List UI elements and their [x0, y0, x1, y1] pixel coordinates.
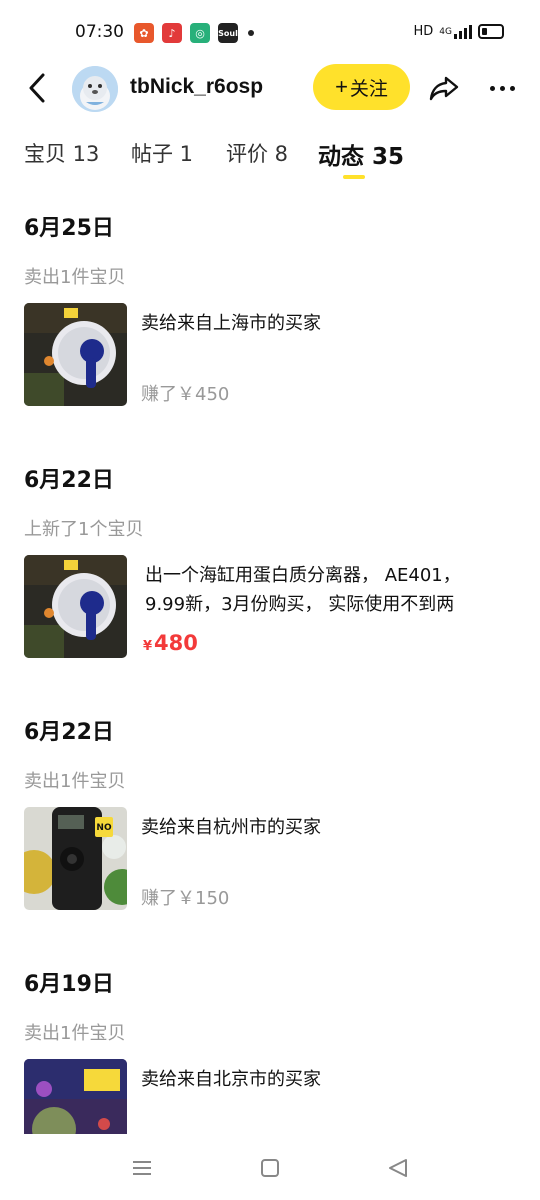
feed-item[interactable]: 卖给来自北京市的买家: [24, 1059, 524, 1134]
item-thumbnail: [24, 1059, 127, 1134]
chevron-left-icon: [29, 73, 45, 103]
status-app-icons: ✿ ♪ ◎ Soul: [134, 23, 254, 43]
feed-action: 卖出1件宝贝: [24, 771, 126, 792]
feed-date: 6月22日: [24, 720, 114, 745]
feed-item[interactable]: NO 卖给来自杭州市的买家 赚了￥150: [24, 807, 524, 911]
status-indicators: HD 4G: [413, 24, 504, 39]
item-title: 出一个海缸用蛋白质分离器， AE401，9.99新，3月份购买， 实际使用不到两: [145, 565, 461, 615]
item-title: 卖给来自北京市的买家: [141, 1069, 321, 1090]
more-dot-icon: [509, 85, 515, 91]
soul-app-icon: Soul: [218, 23, 238, 43]
avatar[interactable]: [72, 66, 118, 112]
share-icon: [429, 76, 459, 101]
follow-label: 关注: [349, 78, 388, 100]
item-thumbnail: NO: [24, 807, 127, 910]
plus-icon: +: [335, 74, 348, 99]
item-thumbnail: [24, 303, 127, 406]
feed-item[interactable]: 卖给来自上海市的买家 赚了￥450: [24, 303, 524, 407]
menu-icon: [133, 1161, 151, 1175]
tab-posts[interactable]: 帖子 1: [131, 138, 193, 168]
follow-button[interactable]: + 关注: [313, 64, 410, 110]
music-app-icon: ♪: [162, 23, 182, 43]
signal-icon: [454, 24, 472, 39]
green-app-icon: ◎: [190, 23, 210, 43]
soul-like-app-icon: ✿: [134, 23, 154, 43]
feed-action: 卖出1件宝贝: [24, 1023, 126, 1044]
triangle-back-icon: [389, 1159, 407, 1177]
network-type: 4G: [439, 26, 452, 37]
battery-icon: [478, 24, 504, 39]
item-thumbnail: [24, 555, 127, 658]
tab-reviews[interactable]: 评价 8: [226, 138, 288, 168]
feed-date: 6月19日: [24, 972, 114, 997]
hd-indicator: HD: [413, 24, 434, 39]
seal-avatar-icon: [72, 66, 118, 112]
feed-action: 上新了1个宝贝: [24, 519, 144, 540]
status-time: 07:30: [75, 22, 124, 42]
more-dot-icon: [499, 85, 505, 91]
status-bar: 07:30 ✿ ♪ ◎ Soul HD 4G: [0, 0, 540, 64]
tab-activity[interactable]: 动态 35: [318, 137, 404, 171]
item-price: ¥480: [143, 631, 198, 655]
more-button[interactable]: [484, 72, 520, 104]
system-nav-bar: [0, 1134, 540, 1200]
back-nav-button[interactable]: [386, 1156, 410, 1180]
item-title: 卖给来自上海市的买家: [141, 313, 321, 334]
profile-tabs: 宝贝 13 帖子 1 评价 8 动态 35: [0, 132, 540, 182]
notification-dot-icon: [248, 30, 254, 36]
share-button[interactable]: [428, 72, 460, 104]
more-dot-icon: [489, 85, 495, 91]
profile-header: tbNick_r6osp + 关注: [0, 62, 540, 114]
square-icon: [261, 1159, 279, 1177]
price-value: 480: [154, 631, 198, 655]
feed-action: 卖出1件宝贝: [24, 267, 126, 288]
feed-date: 6月25日: [24, 216, 114, 241]
item-badge: NO: [95, 817, 113, 837]
item-title: 卖给来自杭州市的买家: [141, 817, 321, 838]
recents-button[interactable]: [130, 1156, 154, 1180]
tab-indicator: [343, 175, 365, 179]
price-symbol: ¥: [143, 639, 153, 654]
item-earned: 赚了￥150: [141, 888, 230, 909]
item-earned: 赚了￥450: [141, 384, 230, 405]
username: tbNick_r6osp: [130, 75, 264, 98]
home-button[interactable]: [258, 1156, 282, 1180]
tab-items[interactable]: 宝贝 13: [24, 138, 99, 168]
feed-item[interactable]: 出一个海缸用蛋白质分离器， AE401，9.99新，3月份购买， 实际使用不到两…: [24, 555, 524, 659]
feed-date: 6月22日: [24, 468, 114, 493]
back-button[interactable]: [22, 70, 52, 106]
